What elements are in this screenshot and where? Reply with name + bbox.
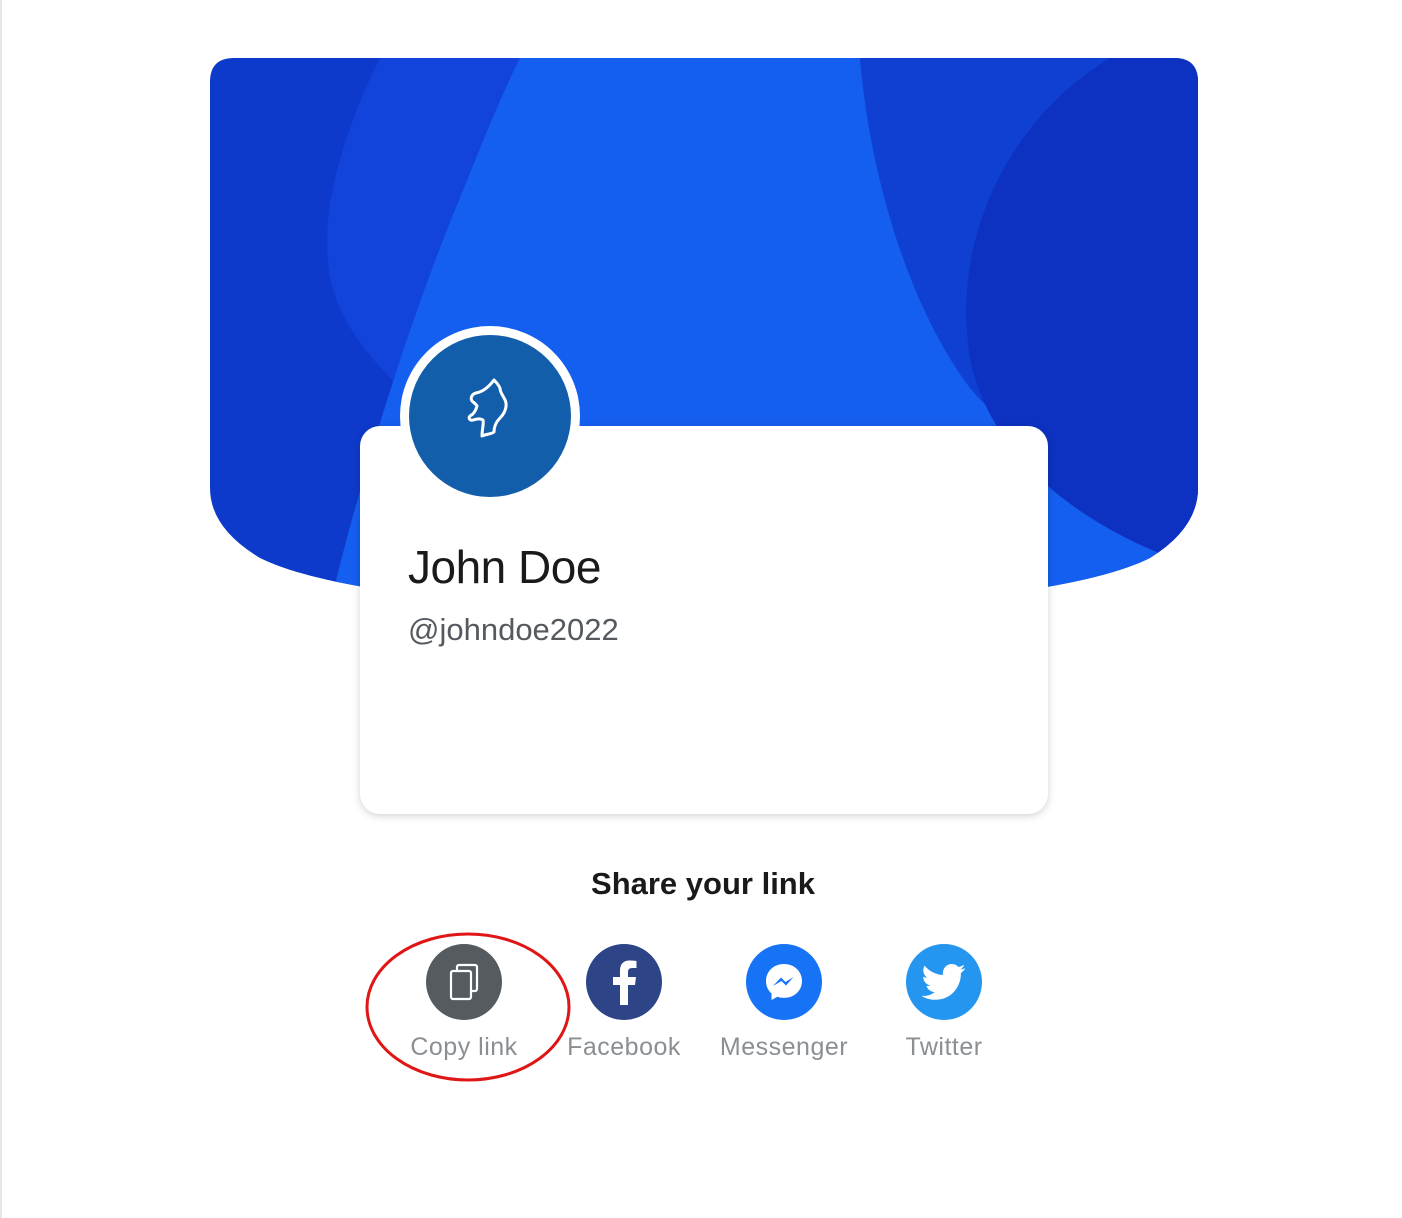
facebook-label: Facebook (567, 1033, 681, 1061)
messenger-label: Messenger (719, 1033, 849, 1061)
face-profile-icon (460, 374, 520, 459)
profile-handle: @johndoe2022 (408, 612, 619, 647)
messenger-share-button[interactable]: Messenger (704, 944, 864, 1062)
facebook-share-button[interactable]: Facebook (544, 944, 704, 1062)
messenger-icon (746, 944, 822, 1020)
avatar (400, 326, 580, 506)
copy-link-label: Copy link (410, 1033, 518, 1061)
share-title: Share your link (591, 866, 815, 901)
share-profile-page: John Doe @johndoe2022 Share your link Co… (0, 0, 1402, 1218)
twitter-share-button[interactable]: Twitter (864, 944, 1024, 1062)
facebook-icon (586, 944, 662, 1020)
copy-icon (426, 944, 502, 1020)
twitter-icon (906, 944, 982, 1020)
avatar-circle (409, 335, 571, 497)
profile-name: John Doe (408, 541, 601, 593)
copy-link-button[interactable]: Copy link (384, 944, 544, 1062)
twitter-label: Twitter (905, 1033, 983, 1061)
